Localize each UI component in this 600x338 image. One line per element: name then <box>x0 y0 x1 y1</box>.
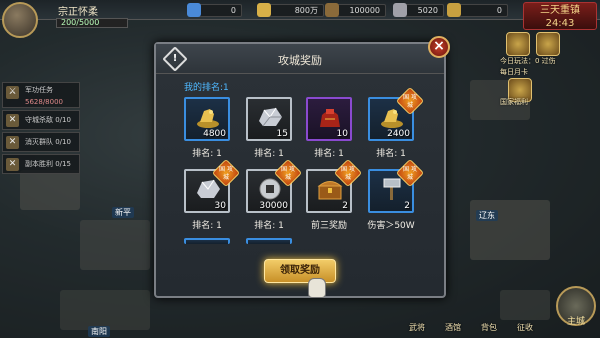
reward-qty: 30000 <box>259 201 288 211</box>
reward-qty: 4800 <box>203 129 226 139</box>
nation-welfare-label: 国家福利 <box>500 98 528 106</box>
reward-label: 排名: 1 <box>254 221 284 231</box>
reward-label: 排名: 1 <box>192 221 222 231</box>
resource-coin[interactable]: 0 <box>447 3 508 17</box>
sword-icon: ✕ <box>6 136 19 149</box>
player-avatar[interactable] <box>2 2 38 38</box>
monthly-card-icon[interactable] <box>536 32 560 56</box>
player-name: 宗正怀柔 <box>58 7 98 18</box>
resource-gem[interactable]: 0 <box>187 3 242 17</box>
map-city-label[interactable]: 新平 <box>112 207 134 218</box>
nav-bag[interactable]: 背包 <box>476 318 502 338</box>
reward-qty: 30 <box>214 201 226 211</box>
player-exp-bar: 200/5000 <box>56 18 128 28</box>
resource-iron[interactable]: 5020 <box>393 3 444 17</box>
main-city-button[interactable]: 主城 <box>556 286 596 327</box>
resource-food[interactable]: 100000 <box>325 3 386 17</box>
iron-icon <box>393 3 407 17</box>
reward-qty: 2400 <box>387 129 410 139</box>
claim-reward-button[interactable]: 领取奖励 <box>264 259 336 283</box>
tutorial-hand-pointer-icon <box>308 278 326 298</box>
quest-military-merit[interactable]: ⚔ 军功任务 5628/8000 <box>2 82 80 108</box>
daily-play-label: 今日玩法：0 过伤 <box>500 57 556 65</box>
city-status-tag[interactable]: 三天重镇 24:43 <box>523 2 597 30</box>
gem-icon <box>187 3 201 17</box>
gold-horse-icon <box>197 109 219 128</box>
reward-card[interactable]: 2400 国 攻城 <box>368 86 425 141</box>
gold-icon <box>257 3 271 17</box>
dialog-title: 攻城奖励 <box>278 54 322 67</box>
reward-label: 排名: 1 <box>314 149 344 159</box>
reward-qty: 2 <box>404 201 410 211</box>
reward-qty: 15 <box>276 129 288 139</box>
reward-label: 排名: 1 <box>192 149 222 159</box>
quest-eliminate-troops[interactable]: ✕ 消灭群队 0/10 <box>2 132 80 152</box>
map-city-label[interactable]: 辽东 <box>476 210 498 221</box>
reward-label: 伤害＞50W <box>367 221 415 231</box>
food-icon <box>325 3 339 17</box>
resource-gold[interactable]: 800万 <box>257 3 324 17</box>
red-pouch-icon <box>320 109 340 127</box>
reward-card[interactable]: 10 <box>306 97 352 141</box>
my-rank-text: 我的排名:1 <box>184 83 229 93</box>
nav-collect[interactable]: 征收 <box>512 318 538 338</box>
reward-label: 排名: 1 <box>376 149 406 159</box>
sword-icon: ✕ <box>6 114 19 127</box>
reward-card-partial[interactable] <box>246 238 292 244</box>
silver-ore-icon <box>259 107 282 127</box>
reward-card[interactable]: 15 <box>246 97 292 141</box>
reward-card-partial[interactable] <box>184 238 230 244</box>
daily-play-icon[interactable] <box>506 32 530 56</box>
quest-defend-city[interactable]: ✕ 守城杀敌 0/10 <box>2 110 80 130</box>
reward-card[interactable]: 2 国 攻城 <box>306 158 363 213</box>
coin-icon <box>447 3 461 17</box>
nav-tavern[interactable]: 酒馆 <box>440 318 466 338</box>
reward-qty: 10 <box>336 129 348 139</box>
reward-card[interactable]: 30 国 攻城 <box>184 158 241 213</box>
reward-label: 前三奖励 <box>310 221 347 231</box>
sword-icon: ✕ <box>6 158 19 171</box>
reward-qty: 2 <box>342 201 348 211</box>
nav-generals[interactable]: 武将 <box>404 318 430 338</box>
monthly-card-label: 每日月卡 <box>500 68 528 76</box>
map-city-label[interactable]: 南阳 <box>88 326 110 337</box>
dialog-header: ! 攻城奖励 <box>156 44 444 74</box>
quest-dungeon-wins[interactable]: ✕ 副本胜利 0/15 <box>2 154 80 174</box>
reward-card[interactable]: 30000 国 攻城 <box>246 158 303 213</box>
reward-card[interactable]: 2 国 攻城 <box>368 158 425 213</box>
military-icon: ⚔ <box>6 86 19 99</box>
reward-card[interactable]: 4800 <box>184 97 230 141</box>
close-button[interactable]: × <box>428 36 450 58</box>
reward-label: 排名: 1 <box>254 149 284 159</box>
